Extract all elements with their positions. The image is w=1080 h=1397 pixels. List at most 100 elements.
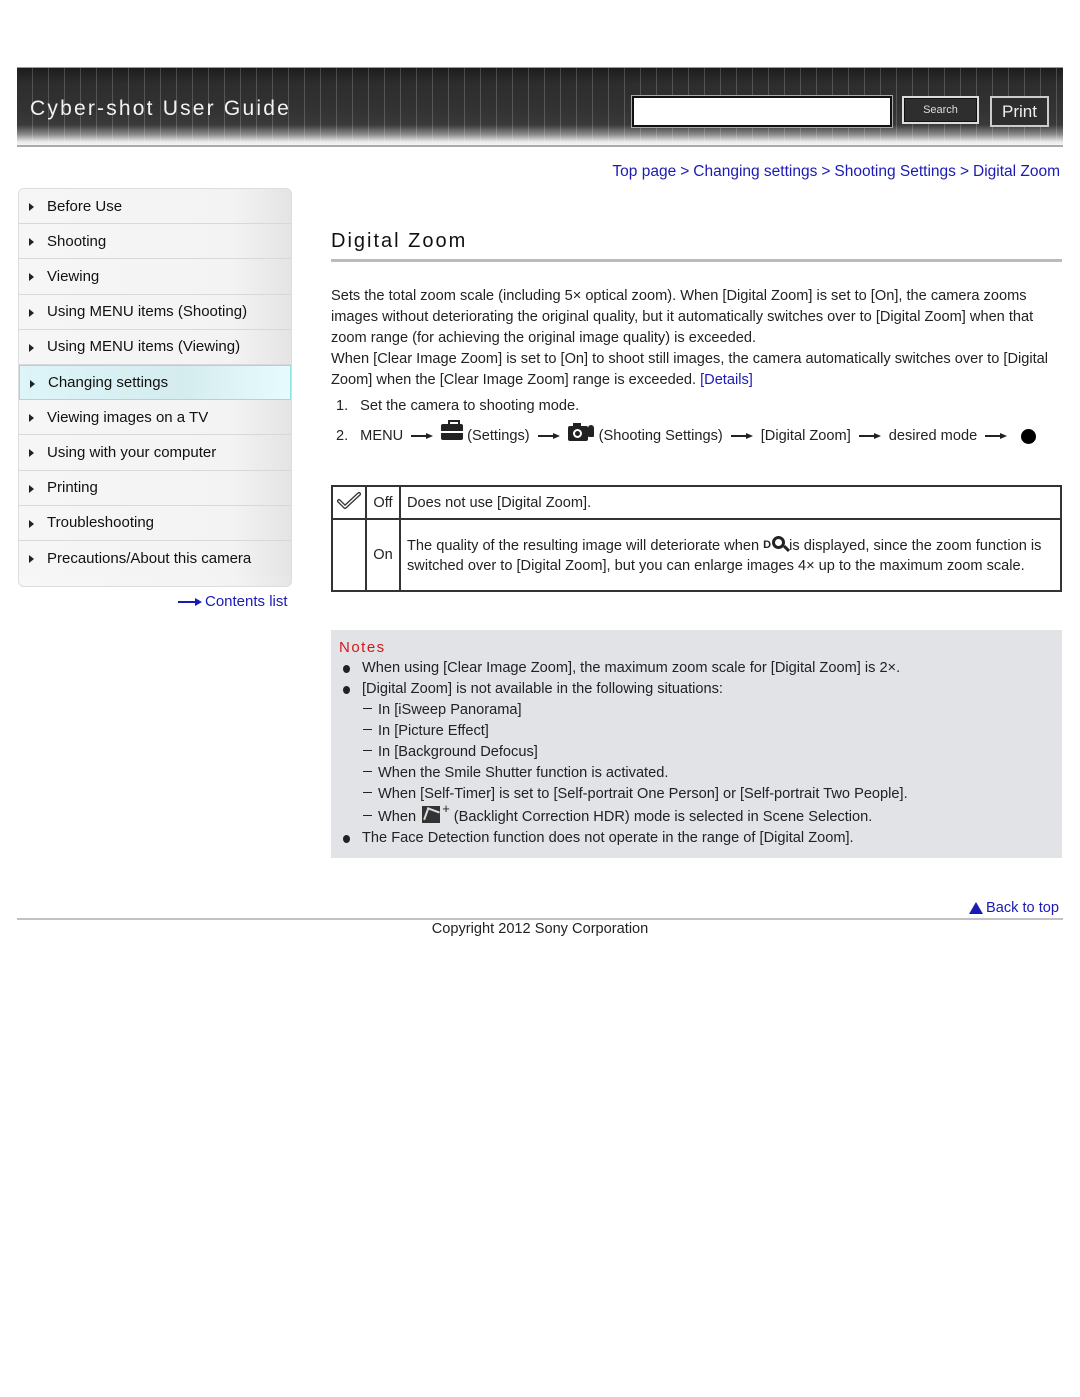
- arrow-right-icon: [730, 431, 753, 441]
- triangle-right-icon: [29, 414, 34, 423]
- sidebar-item-label: Using MENU items (Shooting): [47, 303, 248, 321]
- sidebar-item-label: Viewing images on a TV: [47, 408, 209, 426]
- breadcrumb-digital-zoom[interactable]: Digital Zoom: [973, 163, 1060, 180]
- sidebar-item-troubleshooting[interactable]: Troubleshooting: [19, 505, 291, 541]
- note-subitem: In [Picture Effect]: [363, 723, 489, 739]
- sidebar-item-shooting[interactable]: Shooting: [19, 224, 291, 260]
- back-to-top-link[interactable]: Back to top: [968, 900, 1059, 916]
- search-input[interactable]: [631, 95, 893, 128]
- note-subitem-text: When the Smile Shutter function is activ…: [378, 765, 669, 781]
- title-divider: [331, 259, 1062, 262]
- table-row: Off Does not use [Digital Zoom].: [331, 485, 1062, 520]
- bullet-icon: [343, 686, 350, 694]
- arrow-right-icon: [411, 431, 434, 441]
- note-subitem-text: When: [378, 809, 417, 825]
- note-subitem-text: (Backlight Correction HDR) mode is selec…: [453, 809, 873, 825]
- default-check-cell: [331, 518, 367, 592]
- note-subitem: In [Background Defocus]: [363, 744, 538, 760]
- arrow-right-icon: [178, 597, 202, 607]
- breadcrumb-separator: >: [680, 163, 690, 180]
- note-subitem: In [iSweep Panorama]: [363, 702, 522, 718]
- note-subitem-text: In [Picture Effect]: [378, 723, 489, 739]
- intro-paragraph-2-text: When [Clear Image Zoom] is set to [On] t…: [331, 351, 1049, 388]
- digital-zoom-magnifier-icon: D: [763, 535, 786, 555]
- note-item: When using [Clear Image Zoom], the maxim…: [362, 660, 901, 676]
- contents-list-link[interactable]: Contents list: [178, 593, 288, 610]
- step-number: 2.: [336, 428, 349, 444]
- option-description: The quality of the resulting image will …: [399, 518, 1062, 592]
- triangle-right-icon: [29, 203, 34, 212]
- sidebar-item-computer[interactable]: Using with your computer: [19, 435, 291, 471]
- description-part-1: The quality of the resulting image will …: [407, 537, 760, 554]
- note-item: [Digital Zoom] is not available in the f…: [362, 681, 723, 697]
- sidebar-item-viewing-tv[interactable]: Viewing images on a TV: [19, 400, 291, 436]
- step-2: 2. MENU (Settings) (Shooting Settings) […: [336, 420, 1037, 445]
- search-button[interactable]: Search: [902, 96, 979, 124]
- footer-divider: [17, 918, 1063, 920]
- note-subitem: When the Smile Shutter function is activ…: [363, 765, 668, 781]
- step-number: 1.: [336, 398, 349, 414]
- triangle-right-icon: [29, 519, 34, 528]
- dash-icon: [363, 728, 372, 730]
- sidebar-item-menu-viewing[interactable]: Using MENU items (Viewing): [19, 329, 291, 365]
- sidebar-item-changing-settings[interactable]: Changing settings: [19, 364, 291, 401]
- breadcrumb-changing-settings[interactable]: Changing settings: [693, 163, 817, 180]
- intro-text: Sets the total zoom scale (including 5× …: [331, 286, 1066, 391]
- sidebar-item-label: Printing: [47, 479, 98, 497]
- sidebar-item-label: Changing settings: [48, 374, 169, 392]
- triangle-right-icon: [29, 308, 34, 317]
- notes-title: Notes: [339, 639, 386, 656]
- breadcrumb-top-page[interactable]: Top page: [612, 163, 676, 180]
- hdr-plus-icon: +: [442, 801, 450, 816]
- backlight-hdr-icon: [422, 806, 441, 823]
- sidebar-item-before-use[interactable]: Before Use: [19, 189, 291, 225]
- sidebar-item-label: Shooting: [47, 232, 107, 250]
- contents-list-label: Contents list: [205, 593, 288, 610]
- copyright-text: Copyright 2012 Sony Corporation: [431, 921, 649, 937]
- intro-paragraph-1: Sets the total zoom scale (including 5× …: [331, 288, 1034, 346]
- shooting-settings-label: (Shooting Settings): [598, 428, 723, 444]
- menu-label: MENU: [360, 428, 404, 444]
- camera-settings-icon: [567, 423, 594, 441]
- app-title: Cyber-shot User Guide: [30, 97, 291, 120]
- center-button-icon: [1021, 428, 1037, 444]
- sidebar-item-label: Using with your computer: [47, 443, 217, 461]
- intro-paragraph-2: When [Clear Image Zoom] is set to [On] t…: [331, 349, 1066, 391]
- breadcrumb-shooting-settings[interactable]: Shooting Settings: [834, 163, 956, 180]
- breadcrumb: Top page > Changing settings > Shooting Sett…: [612, 163, 1060, 181]
- dash-icon: [363, 707, 372, 709]
- triangle-up-icon: [968, 902, 983, 914]
- sidebar-item-viewing[interactable]: Viewing: [19, 259, 291, 295]
- triangle-right-icon: [29, 343, 34, 352]
- sidebar-item-menu-shooting[interactable]: Using MENU items (Shooting): [19, 294, 291, 330]
- toolbox-settings-icon: [441, 420, 464, 440]
- note-subitem-text: In [iSweep Panorama]: [378, 702, 522, 718]
- note-subitem: When [Self-Timer] is set to [Self-portra…: [363, 786, 908, 802]
- note-item: The Face Detection function does not ope…: [362, 830, 854, 846]
- arrow-right-icon: [985, 431, 1008, 441]
- triangle-right-icon: [30, 379, 35, 388]
- triangle-right-icon: [29, 273, 34, 282]
- dash-icon: [363, 770, 372, 772]
- notes-box: Notes When using [Clear Image Zoom], the…: [331, 630, 1062, 858]
- triangle-right-icon: [29, 238, 34, 247]
- note-subitem-text: In [Background Defocus]: [378, 744, 538, 760]
- sidebar-item-label: Precautions/About this camera: [47, 549, 252, 567]
- sidebar-item-printing[interactable]: Printing: [19, 470, 291, 506]
- bullet-icon: [343, 835, 350, 843]
- option-name: Off: [365, 485, 401, 520]
- step-text: Set the camera to shooting mode.: [360, 398, 580, 414]
- checkmark-icon: [337, 491, 361, 509]
- print-button[interactable]: Print: [990, 96, 1049, 127]
- arrow-right-icon: [537, 431, 560, 441]
- triangle-right-icon: [29, 449, 34, 458]
- desired-mode-label: desired mode: [888, 428, 978, 444]
- note-subitem-text: When [Self-Timer] is set to [Self-portra…: [378, 786, 908, 802]
- sidebar-item-precautions[interactable]: Precautions/About this camera: [19, 540, 291, 577]
- bullet-icon: [343, 665, 350, 673]
- breadcrumb-separator: >: [959, 163, 969, 180]
- details-link[interactable]: [Details]: [700, 372, 753, 388]
- option-name: On: [365, 518, 401, 592]
- digital-zoom-label: [Digital Zoom]: [760, 428, 851, 444]
- arrow-right-icon: [858, 431, 881, 441]
